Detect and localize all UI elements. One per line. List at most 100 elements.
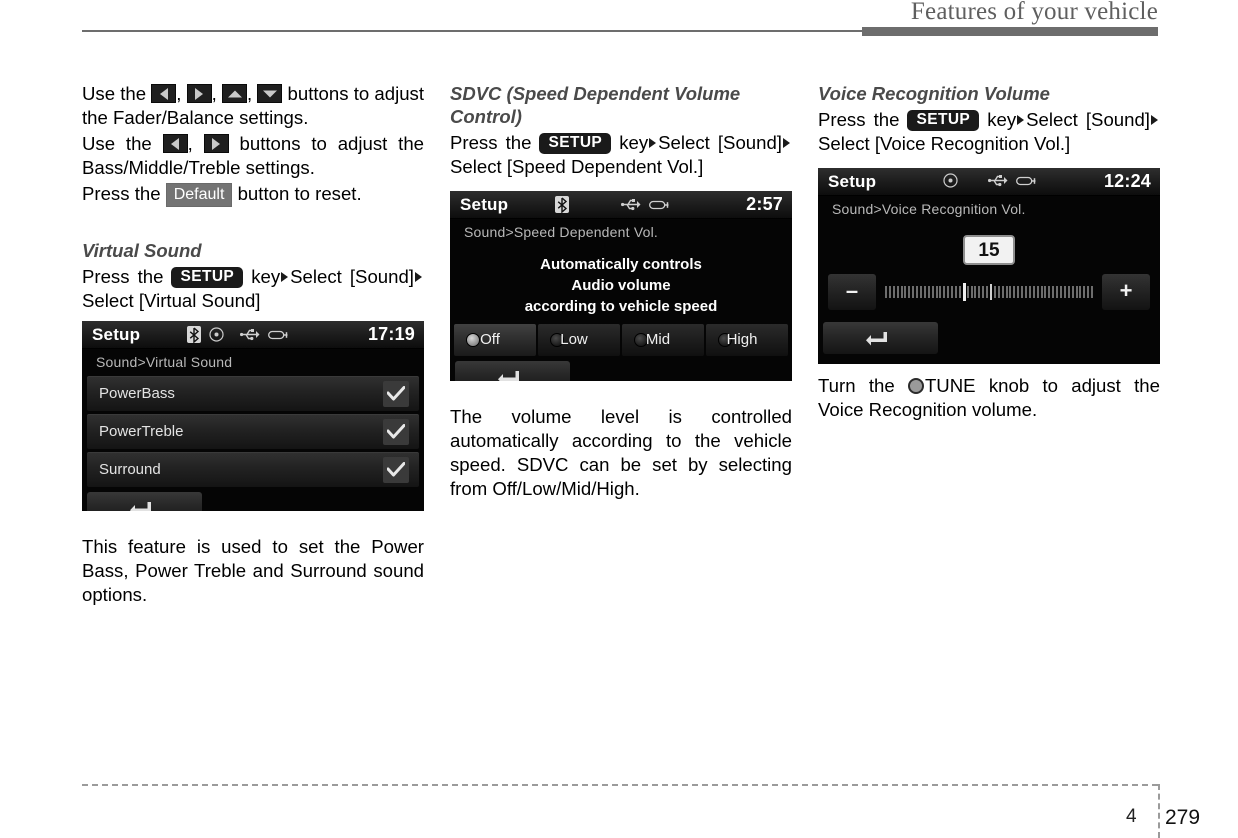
virtual-sound-steps: Press the SETUP key Select [Sound] Select … [82,265,424,313]
arrow-up-icon[interactable] [222,84,247,103]
list-item-label: Surround [99,461,161,478]
step-press: Press [818,109,866,130]
footer-vertical-divider [1158,784,1160,838]
bass-treble-paragraph: Use the , buttons to adjust the Bass/Mid… [82,132,424,180]
virtual-sound-caption: This feature is used to set the Power Ba… [82,536,424,605]
comma-2: , [211,83,217,104]
usb-icon [621,198,641,211]
aux-device-icon [649,199,669,211]
step-arrow-icon [649,138,657,148]
step-arrow-icon [1150,115,1158,125]
back-button[interactable] [87,492,202,511]
footer-divider [82,784,1158,786]
sdvc-option-high[interactable]: High [706,324,788,356]
list-item-label: PowerBass [99,385,175,402]
step-arrow-icon [414,272,422,282]
page-header: Features of your vehicle [0,0,1238,40]
screen-clock: 17:19 [367,324,415,344]
header-rule-thick [862,27,1158,36]
arrow-down-icon[interactable] [257,84,283,103]
sdvc-option-label: Mid [645,331,671,348]
list-item[interactable]: PowerBass [87,376,419,411]
bluetooth-icon [187,326,201,343]
default-reset-paragraph: Press the Default button to reset. [82,182,424,207]
default-button[interactable]: Default [165,183,233,207]
sdvc-option-off[interactable]: Off [454,324,536,356]
step-key: key [987,109,1017,130]
volume-value-display: 15 [963,235,1015,265]
sdvc-description-line2: Audio volume [571,277,671,294]
back-arrow-icon [866,332,887,346]
screen-breadcrumb: Sound>Voice Recognition Vol. [832,201,1026,217]
section-title-virtual-sound: Virtual Sound [82,240,202,261]
back-button[interactable] [823,322,938,354]
step-press: Press [82,266,130,287]
column-left: Use the , , , buttons to adjust the Fade… [82,82,424,609]
volume-slider-track[interactable] [884,282,1094,302]
status-icon-group [555,196,669,213]
footer-chapter-number: 4 [1126,806,1137,827]
list-item[interactable]: PowerTreble [87,414,419,449]
sdvc-option-label: Low [560,331,588,348]
usb-icon [988,174,1008,187]
usb-icon [240,328,260,341]
aux-device-icon [268,329,288,341]
footer-page-number: 279 [1165,806,1201,829]
comma-3: , [247,83,253,104]
checkmark-icon[interactable] [383,381,409,407]
header-rule-thin [82,30,862,32]
section-title-voice-recognition-volume: Voice Recognition Volume [818,83,1050,104]
step-select-vr: Select [Voice Recognition Vol.] [818,133,1071,154]
screen-titlebar: Setup 17:19 [82,321,424,349]
setup-key-badge[interactable]: SETUP [171,267,244,288]
checkmark-icon[interactable] [383,457,409,483]
arrow-left-icon[interactable] [151,84,177,103]
step-press: Press [450,132,498,153]
disc-icon [209,327,224,342]
arrow-right-icon[interactable] [186,84,212,103]
caption-text-1: Turn the [818,375,895,396]
step-select-sound: Select [Sound] [290,266,414,287]
back-button[interactable] [455,361,570,381]
sdvc-description-line1: Automatically controls [540,256,702,273]
arrow-right-icon[interactable] [203,134,229,153]
screen-title: Setup [92,325,141,344]
back-arrow-icon [498,371,519,381]
list-item[interactable]: Surround [87,452,419,487]
step-arrow-icon [782,138,790,148]
column-middle: SDVC (Speed Dependent Volume Control) Pr… [450,82,792,503]
voice-recognition-steps: Press the SETUP key Select [Sound] Select … [818,108,1160,156]
screen-titlebar: Setup 12:24 [818,168,1160,196]
sdvc-option-low[interactable]: Low [538,324,620,356]
step-key: key [251,266,281,287]
setup-key-badge[interactable]: SETUP [907,110,980,131]
status-icon-group [187,326,288,343]
screen-titlebar: Setup 2:57 [450,191,792,219]
sdvc-option-mid[interactable]: Mid [622,324,704,356]
sdvc-option-label: Off [480,331,500,348]
aux-device-icon [1016,175,1036,187]
voice-recognition-screen: Setup 12:24 Sound>Voice Recognition Vol.… [818,168,1160,364]
screen-title: Setup [460,195,509,214]
page-title: Features of your vehicle [910,0,1158,25]
volume-decrease-button[interactable]: – [828,274,876,310]
step-select-sound: Select [Sound] [1026,109,1150,130]
comma-1: , [176,83,182,104]
status-icon-group [943,173,1036,188]
fader-text-1: Use the [82,83,147,104]
sdvc-description-line3: according to vehicle speed [524,298,718,315]
volume-increase-button[interactable]: + [1102,274,1150,310]
bluetooth-icon [555,196,569,213]
step-select-virtual: Select [Virtual Sound] [82,290,261,311]
setup-key-badge[interactable]: SETUP [539,133,612,154]
screen-clock: 2:57 [746,194,783,214]
default-text-2: button to reset. [237,183,362,204]
checkmark-icon[interactable] [383,419,409,445]
fader-balance-paragraph: Use the , , , buttons to adjust the Fade… [82,82,424,130]
sdvc-option-label: High [726,331,758,348]
sdvc-option-group: Off Low Mid High [454,324,788,356]
column-right: Voice Recognition Volume Press the SETUP… [818,82,1160,424]
bass-text-1: Use the [82,133,152,154]
step-arrow-icon [1017,115,1025,125]
arrow-left-icon[interactable] [162,134,188,153]
